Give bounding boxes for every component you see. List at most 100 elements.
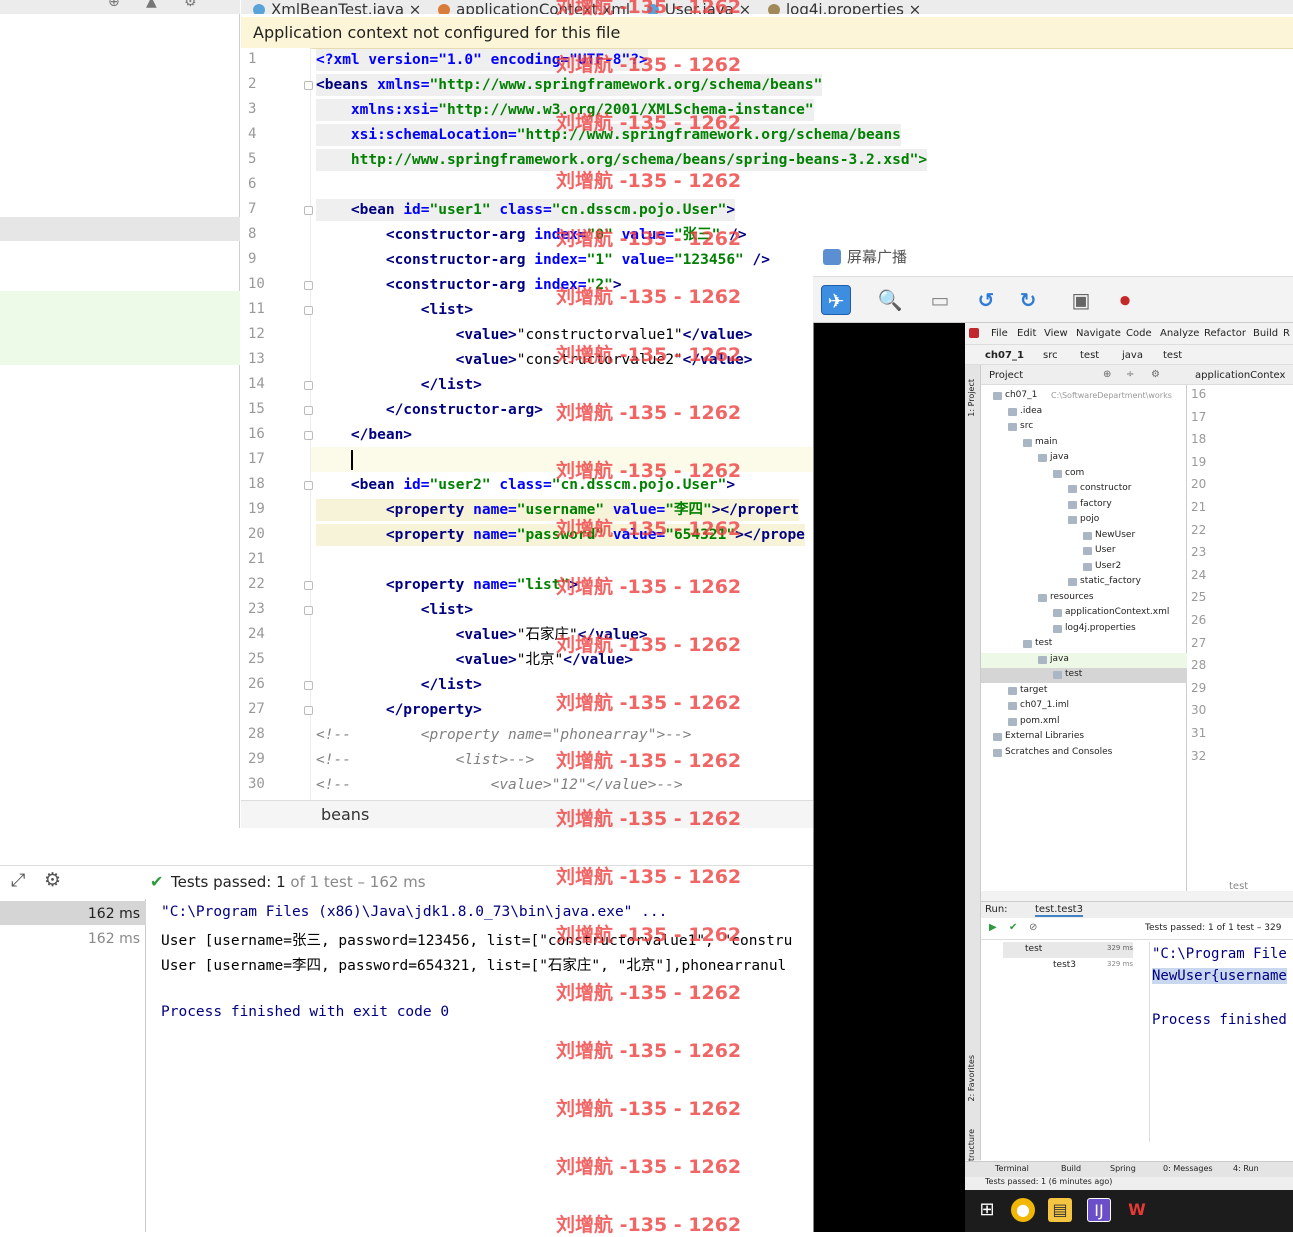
tree-item[interactable]: .idea <box>981 405 1187 420</box>
tree-item[interactable]: Scratches and Consoles <box>981 746 1187 761</box>
redo-icon[interactable]: ↻ <box>1013 285 1043 315</box>
tree-item[interactable]: External Libraries <box>981 730 1187 745</box>
tree-item[interactable]: main <box>981 436 1187 451</box>
explorer-icon[interactable]: ▤ <box>1048 1198 1072 1222</box>
stripe-label[interactable]: 2: Favorites <box>967 1055 976 1101</box>
menu-navigate[interactable]: Navigate <box>1076 328 1121 339</box>
fold-marker[interactable] <box>304 381 313 390</box>
fold-marker[interactable] <box>304 681 313 690</box>
tree-item[interactable]: java <box>981 652 1187 668</box>
code-line: </list> <box>316 677 482 693</box>
run-icon[interactable]: ▶ <box>989 922 997 933</box>
tree-item[interactable]: src <box>981 420 1187 435</box>
camera-icon[interactable]: ▣ <box>1066 285 1096 315</box>
gear-icon[interactable]: ⚙ <box>44 869 61 891</box>
ide-editor[interactable]: applicationContex 16 17 18 19 20 21 22 23 24 25 26… <box>1187 365 1293 892</box>
undo-icon[interactable]: ↺ <box>971 285 1001 315</box>
ide-editor-tab[interactable]: applicationContex <box>1187 365 1293 385</box>
nav-item[interactable]: test <box>1080 350 1099 361</box>
tab-messages[interactable]: 0: Messages <box>1163 1164 1213 1173</box>
menu-file[interactable]: File <box>991 328 1008 339</box>
tab-log4j[interactable]: log4j.properties × <box>768 2 921 14</box>
target-icon[interactable]: ⊕ <box>108 0 120 10</box>
windows-start-icon[interactable]: ⊞ <box>975 1198 999 1222</box>
fold-marker[interactable] <box>304 706 313 715</box>
restore-icon[interactable]: ⤢ <box>11 870 25 891</box>
tree-item[interactable]: User <box>981 544 1187 559</box>
record-icon[interactable]: ⏺ <box>1110 285 1140 315</box>
check-icon[interactable]: ✔ <box>1009 922 1017 933</box>
tree-item[interactable]: java <box>981 451 1187 466</box>
tab-xmlbeantest[interactable]: XmlBeanTest.java × <box>253 2 421 14</box>
menu-view[interactable]: View <box>1044 328 1068 339</box>
fold-marker[interactable] <box>304 206 313 215</box>
pin-icon[interactable]: ✈ <box>821 285 851 315</box>
ide-run-header: Run: test.test3 <box>981 902 1293 918</box>
tree-item[interactable]: log4j.properties <box>981 622 1187 637</box>
gear-icon[interactable]: ⚙ <box>1151 369 1160 380</box>
ide-console[interactable]: "C:\Program File NewUser{username Proces… <box>1149 942 1293 1142</box>
project-header-label[interactable]: Project <box>989 370 1023 381</box>
fold-marker[interactable] <box>304 81 313 90</box>
monitor-icon[interactable]: ▭ <box>925 285 955 315</box>
tree-item[interactable]: test <box>981 668 1187 683</box>
tree-item[interactable]: test <box>981 637 1187 652</box>
code-line: <list> <box>316 602 474 618</box>
stop-icon[interactable]: ⊘ <box>1029 922 1037 933</box>
tree-item[interactable]: User2 <box>981 560 1187 575</box>
zoom-icon[interactable]: 🔍 <box>875 285 905 315</box>
menu-run[interactable]: R <box>1283 328 1290 339</box>
fold-marker[interactable] <box>304 306 313 315</box>
ide-test-row[interactable]: test3 329 ms <box>1003 958 1133 974</box>
code-line: </constructor-arg> <box>316 402 543 418</box>
fold-marker[interactable] <box>304 606 313 615</box>
tree-item[interactable]: factory <box>981 498 1187 513</box>
tree-item[interactable]: pojo <box>981 513 1187 528</box>
collapse-icon[interactable]: ▲ <box>146 0 157 10</box>
ide-run-tab[interactable]: test.test3 <box>1035 904 1083 917</box>
tree-item[interactable]: com <box>981 467 1187 482</box>
test-row[interactable]: 162 ms <box>0 926 146 950</box>
tree-item[interactable]: ch07_1.iml <box>981 699 1187 714</box>
tree-item[interactable]: constructor <box>981 482 1187 497</box>
folder-icon <box>993 733 1002 741</box>
target-icon[interactable]: ⊕ <box>1103 369 1111 380</box>
menu-build[interactable]: Build <box>1253 328 1278 339</box>
ide-test-row[interactable]: test 329 ms <box>1003 942 1133 958</box>
collapse-icon[interactable]: ÷ <box>1126 369 1134 380</box>
nav-item[interactable]: src <box>1043 350 1058 361</box>
tree-item[interactable]: pom.xml <box>981 715 1187 730</box>
tree-item[interactable]: resources <box>981 591 1187 606</box>
tab-run[interactable]: 4: Run <box>1233 1164 1259 1173</box>
tree-item[interactable]: target <box>981 684 1187 699</box>
console-output[interactable]: "C:\Program Files (x86)\Java\jdk1.8.0_73… <box>147 899 813 1232</box>
tree-item-label: applicationContext.xml <box>1065 607 1170 617</box>
nav-item[interactable]: java <box>1122 350 1143 361</box>
tab-terminal[interactable]: Terminal <box>995 1164 1029 1173</box>
menu-edit[interactable]: Edit <box>1017 328 1036 339</box>
fold-marker[interactable] <box>304 431 313 440</box>
nav-item[interactable]: ch07_1 <box>985 350 1024 361</box>
selected-row[interactable] <box>0 217 240 241</box>
tab-build[interactable]: Build <box>1061 1164 1081 1173</box>
intellij-icon[interactable]: IJ <box>1087 1198 1111 1222</box>
ide-line-number: 23 <box>1191 545 1207 560</box>
tree-item[interactable]: applicationContext.xml <box>981 606 1187 621</box>
tab-spring[interactable]: Spring <box>1110 1164 1136 1173</box>
tree-item[interactable]: static_factory <box>981 575 1187 590</box>
menu-code[interactable]: Code <box>1126 328 1152 339</box>
fold-marker[interactable] <box>304 481 313 490</box>
fold-marker[interactable] <box>304 406 313 415</box>
stripe-label[interactable]: 1: Project <box>967 379 976 417</box>
tree-item[interactable]: NewUser <box>981 529 1187 544</box>
tree-item[interactable]: ch07_1 C:\SoftwareDepartment\works <box>981 389 1187 404</box>
test-row-selected[interactable]: 162 ms <box>0 901 146 925</box>
fold-marker[interactable] <box>304 281 313 290</box>
fold-marker[interactable] <box>304 581 313 590</box>
menu-analyze[interactable]: Analyze <box>1160 328 1199 339</box>
wps-icon[interactable]: W <box>1125 1198 1149 1222</box>
menu-refactor[interactable]: Refactor <box>1204 328 1246 339</box>
gear-icon[interactable]: ⚙ <box>184 0 197 10</box>
nav-item[interactable]: test <box>1163 350 1182 361</box>
chrome-icon[interactable]: ● <box>1011 1198 1035 1222</box>
